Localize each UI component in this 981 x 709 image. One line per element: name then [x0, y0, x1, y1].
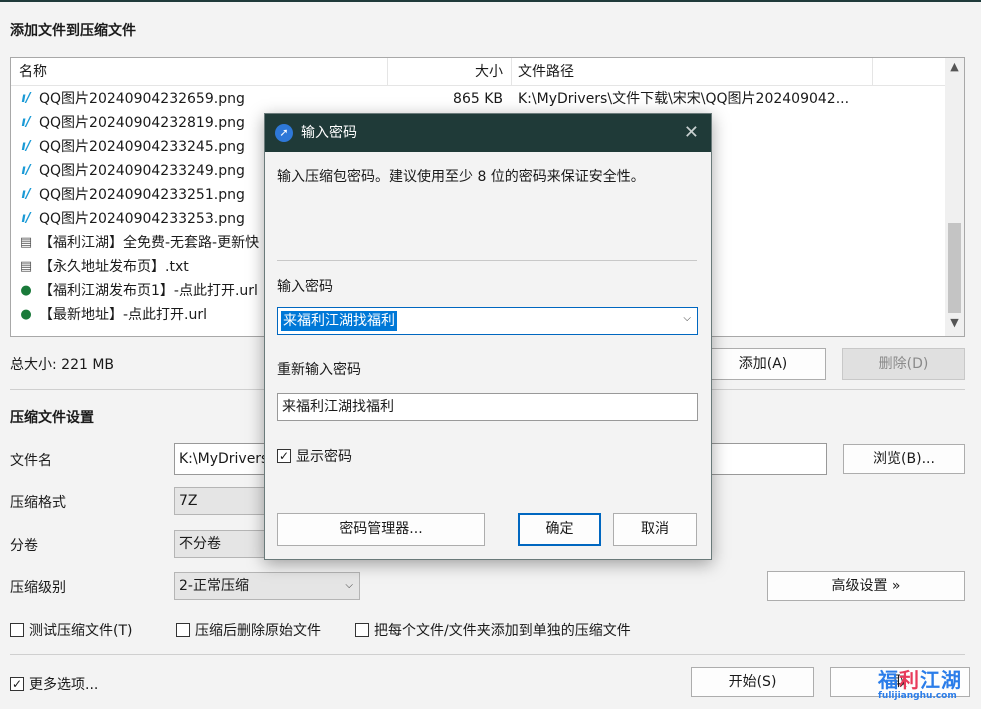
total-size: 总大小: 221 MB: [10, 357, 115, 373]
delete-source-checkbox[interactable]: 压缩后删除原始文件: [176, 620, 321, 640]
text-file-icon: ▤: [19, 259, 33, 274]
checkbox-icon: [176, 623, 190, 637]
checkbox-icon: [355, 623, 369, 637]
file-size: 865 KB: [453, 91, 503, 107]
column-header-path[interactable]: 文件路径: [511, 58, 873, 86]
watermark-text: 福利江湖: [878, 668, 962, 692]
file-name: 【最新地址】-点此打开.url: [39, 307, 208, 323]
format-select[interactable]: 7Z: [174, 487, 274, 515]
scroll-up-icon[interactable]: ▲: [945, 60, 964, 78]
advanced-settings-button[interactable]: 高级设置 »: [767, 571, 965, 601]
png-file-icon: ı/: [21, 115, 31, 130]
show-password-label: 显示密码: [296, 449, 352, 465]
globe-icon: ●: [20, 307, 32, 322]
vertical-scrollbar[interactable]: ▲ ▼: [945, 58, 964, 336]
dialog-description: 输入压缩包密码。建议使用至少 8 位的密码来保证安全性。: [277, 169, 645, 185]
png-file-icon: ı/: [21, 163, 31, 178]
png-file-icon: ı/: [21, 139, 31, 154]
checkmark-icon: ✓: [10, 677, 24, 691]
checkmark-icon: ✓: [277, 449, 291, 463]
file-name: 【福利江湖发布页1】-点此打开.url: [39, 283, 258, 299]
test-archive-checkbox[interactable]: 测试压缩文件(T): [10, 620, 132, 640]
volume-select[interactable]: 不分卷: [174, 530, 274, 558]
window-title: 添加文件到压缩文件: [10, 23, 136, 39]
file-path: K:\MyDrivers\文件下载\宋宋\QQ图片202409042...: [518, 91, 850, 107]
password-label: 输入密码: [277, 279, 333, 295]
browse-button[interactable]: 浏览(B)...: [843, 444, 965, 474]
file-name: QQ图片20240904232819.png: [39, 115, 245, 131]
format-label: 压缩格式: [10, 495, 66, 511]
delete-source-label: 压缩后删除原始文件: [195, 623, 321, 639]
dialog-titlebar: ➚ 输入密码 ✕: [265, 114, 711, 152]
dialog-cancel-button[interactable]: 取消: [613, 513, 697, 546]
file-name: QQ图片20240904233245.png: [39, 139, 245, 155]
password-value: 来福利江湖找福利: [281, 311, 397, 331]
dialog-title: 输入密码: [301, 125, 357, 141]
file-name: 【永久地址发布页】.txt: [39, 259, 189, 275]
close-icon[interactable]: ✕: [684, 114, 699, 152]
png-file-icon: ı/: [21, 211, 31, 226]
chevron-down-icon: ⌵: [345, 580, 353, 591]
app-icon: ➚: [275, 124, 293, 142]
file-name: QQ图片20240904232659.png: [39, 91, 245, 107]
checkbox-icon: [10, 623, 24, 637]
file-name: QQ图片20240904233249.png: [39, 163, 245, 179]
password-combobox[interactable]: 来福利江湖找福利 ⌵: [277, 307, 698, 335]
level-label: 压缩级别: [10, 580, 66, 596]
show-password-checkbox[interactable]: ✓ 显示密码: [277, 446, 352, 466]
filename-label: 文件名: [10, 453, 52, 469]
more-options-label: 更多选项...: [29, 677, 99, 693]
chevron-down-icon[interactable]: ⌵: [683, 313, 691, 324]
file-row[interactable]: ı/QQ图片20240904232659.png 865 KB K:\MyDrive…: [11, 87, 946, 111]
test-archive-label: 测试压缩文件(T): [29, 623, 133, 639]
password-dialog: ➚ 输入密码 ✕ 输入压缩包密码。建议使用至少 8 位的密码来保证安全性。 输入…: [264, 113, 712, 560]
start-button[interactable]: 开始(S): [691, 667, 814, 697]
file-name: QQ图片20240904233253.png: [39, 211, 245, 227]
text-file-icon: ▤: [19, 235, 33, 250]
divider: [10, 654, 965, 655]
scroll-down-icon[interactable]: ▼: [945, 316, 964, 334]
add-button[interactable]: 添加(A): [700, 348, 826, 380]
delete-button[interactable]: 删除(D): [842, 348, 965, 380]
column-header-size[interactable]: 大小: [387, 58, 507, 86]
file-name: QQ图片20240904233251.png: [39, 187, 245, 203]
volume-value: 不分卷: [179, 536, 221, 552]
ok-button[interactable]: 确定: [518, 513, 601, 546]
column-header-name[interactable]: 名称: [19, 58, 47, 86]
scroll-thumb[interactable]: [948, 223, 961, 313]
divider: [277, 260, 697, 261]
settings-title: 压缩文件设置: [10, 410, 94, 426]
password-manager-button[interactable]: 密码管理器...: [277, 513, 485, 546]
file-name: 【福利江湖】全免费-无套路-更新快: [39, 235, 260, 251]
watermark-logo: 福利江湖 fulijianghu.com: [878, 664, 973, 708]
separate-archives-label: 把每个文件/文件夹添加到单独的压缩文件: [374, 623, 631, 639]
level-value: 2-正常压缩: [179, 578, 249, 594]
more-options-checkbox[interactable]: ✓ 更多选项...: [10, 674, 98, 694]
level-select[interactable]: 2-正常压缩 ⌵: [174, 572, 360, 600]
reenter-password-input[interactable]: 来福利江湖找福利: [277, 393, 698, 421]
format-value: 7Z: [179, 493, 198, 509]
separate-archives-checkbox[interactable]: 把每个文件/文件夹添加到单独的压缩文件: [355, 620, 631, 640]
volume-label: 分卷: [10, 538, 38, 554]
png-file-icon: ı/: [21, 91, 31, 106]
reenter-password-label: 重新输入密码: [277, 362, 361, 378]
file-list-header: 名称 大小 文件路径: [11, 58, 946, 86]
globe-icon: ●: [20, 283, 32, 298]
png-file-icon: ı/: [21, 187, 31, 202]
